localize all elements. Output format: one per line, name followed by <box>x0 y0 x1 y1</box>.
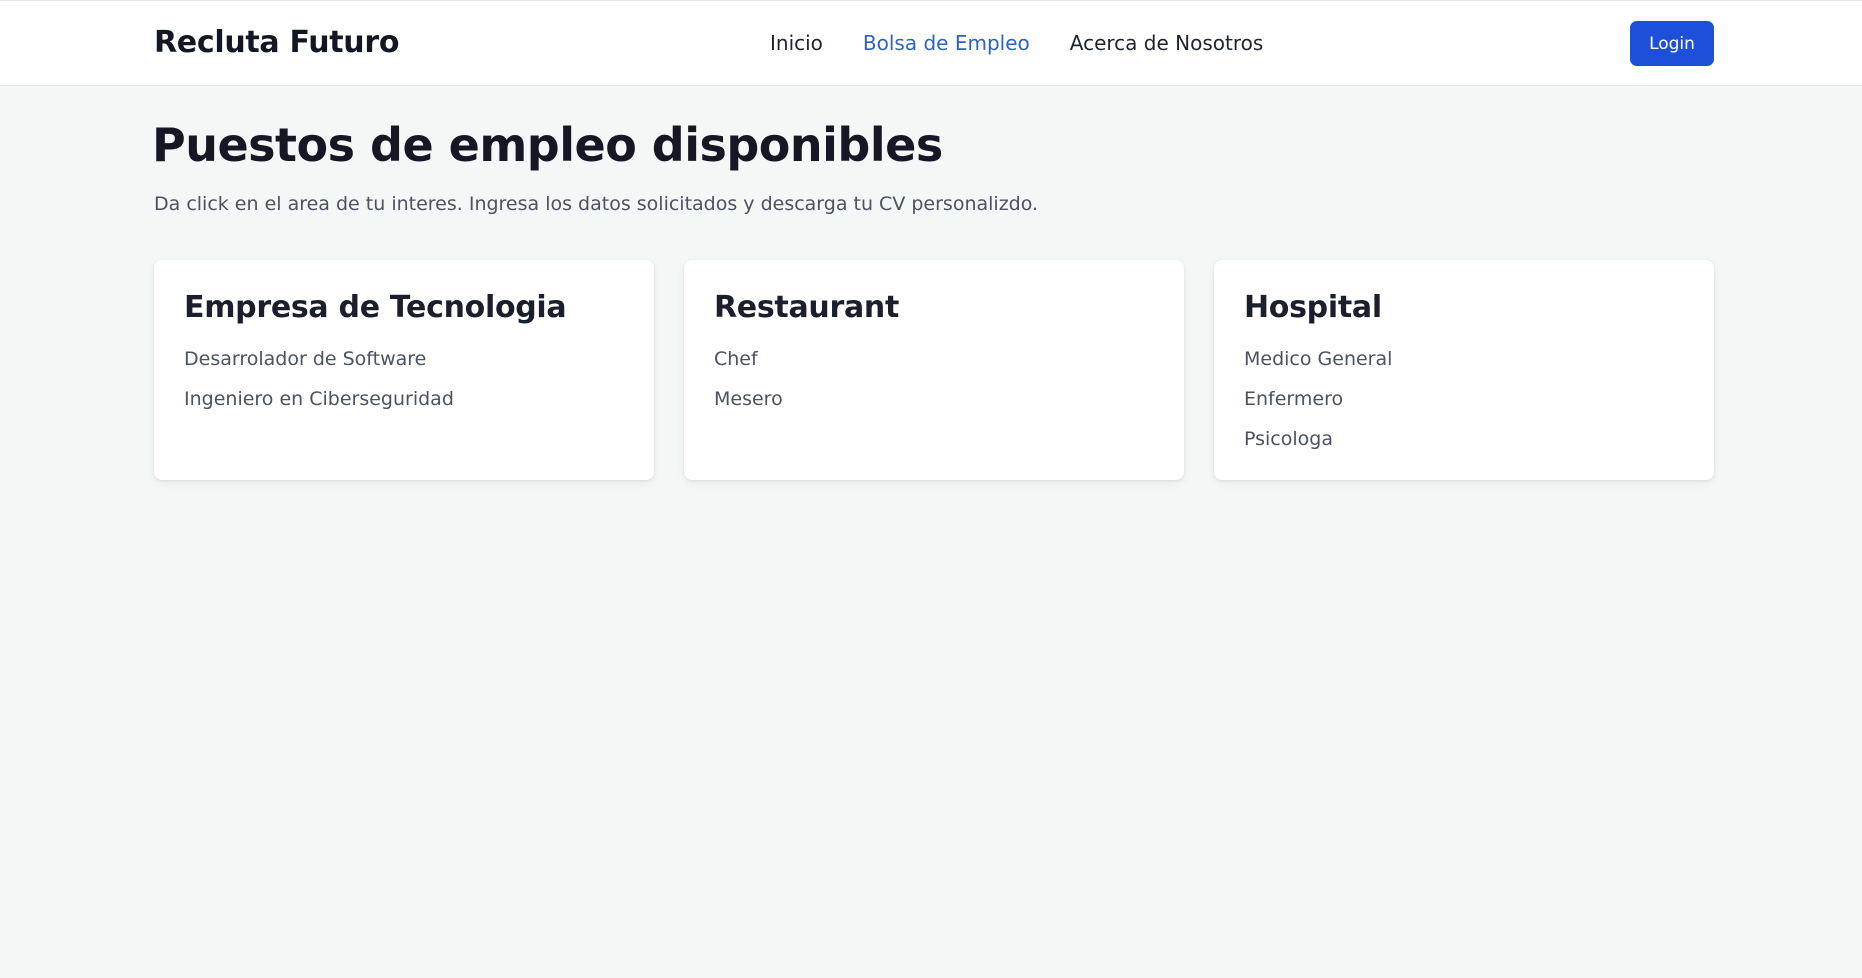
page-title: Puestos de empleo disponibles <box>152 118 943 172</box>
top-navbar: Recluta Futuro Inicio Bolsa de Empleo Ac… <box>0 0 1862 86</box>
card-title: Empresa de Tecnologia <box>184 290 567 325</box>
job-item-chef[interactable]: Chef <box>714 339 1154 379</box>
login-button[interactable]: Login <box>1630 21 1714 66</box>
page-subtitle: Da click en el area de tu interes. Ingre… <box>154 193 1039 215</box>
card-title: Restaurant <box>714 290 899 325</box>
nav-link-inicio[interactable]: Inicio <box>770 31 823 55</box>
job-item-psicologa[interactable]: Psicologa <box>1244 419 1684 459</box>
category-card-tecnologia[interactable]: Empresa de Tecnologia Desarrolador de So… <box>154 260 654 480</box>
job-item-ingeniero-ciberseguridad[interactable]: Ingeniero en Ciberseguridad <box>184 379 624 419</box>
job-list: Desarrolador de Software Ingeniero en Ci… <box>184 339 624 419</box>
category-card-hospital[interactable]: Hospital Medico General Enfermero Psicol… <box>1214 260 1714 480</box>
job-item-desarrollador-software[interactable]: Desarrolador de Software <box>184 339 624 379</box>
job-list: Chef Mesero <box>714 339 1154 419</box>
job-list: Medico General Enfermero Psicologa <box>1244 339 1684 459</box>
card-title: Hospital <box>1244 290 1382 325</box>
job-item-mesero[interactable]: Mesero <box>714 379 1154 419</box>
brand-logo-text[interactable]: Recluta Futuro <box>154 25 399 60</box>
job-item-medico-general[interactable]: Medico General <box>1244 339 1684 379</box>
main-nav: Inicio Bolsa de Empleo Acerca de Nosotro… <box>770 31 1263 55</box>
job-category-cards: Empresa de Tecnologia Desarrolador de So… <box>154 260 1714 480</box>
job-item-enfermero[interactable]: Enfermero <box>1244 379 1684 419</box>
nav-link-acerca-de-nosotros[interactable]: Acerca de Nosotros <box>1070 31 1264 55</box>
category-card-restaurant[interactable]: Restaurant Chef Mesero <box>684 260 1184 480</box>
nav-link-bolsa-de-empleo[interactable]: Bolsa de Empleo <box>863 31 1030 55</box>
